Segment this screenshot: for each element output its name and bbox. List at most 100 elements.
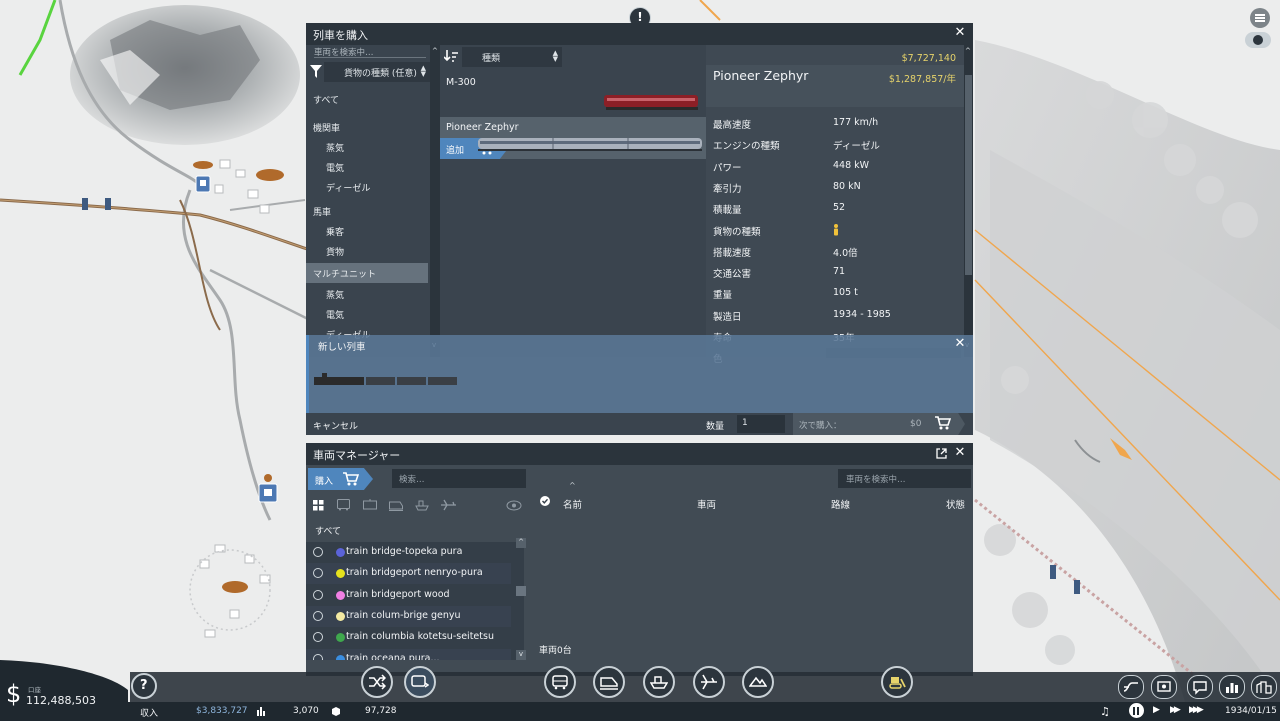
play-icon[interactable]: ▶	[1153, 705, 1160, 715]
plane-icon[interactable]	[441, 499, 457, 511]
all-types-icon[interactable]	[313, 500, 324, 511]
eye-icon[interactable]	[506, 500, 522, 511]
vehicle-title: Pioneer Zephyr	[713, 68, 809, 83]
column-vehicle[interactable]: 車両	[697, 497, 716, 511]
menu-icon[interactable]	[1250, 8, 1270, 28]
bus-button[interactable]	[544, 666, 576, 698]
buy-button[interactable]: 購入	[308, 468, 373, 490]
line-item[interactable]: train bridgeport wood	[306, 584, 511, 606]
line-item[interactable]: train columbia kotetsu-seitetsu	[306, 627, 511, 649]
cargo-filter-select[interactable]: 貨物の種類 (任意) ▲ ▼	[324, 62, 430, 82]
routes-button[interactable]	[361, 666, 393, 698]
category-item[interactable]: 電気	[306, 157, 428, 177]
bulldozer-button[interactable]	[881, 666, 913, 698]
category-item[interactable]: 貨物	[306, 241, 428, 261]
vehicle-column: 種類 ▲ ▼ M-300 Pioneer Zephyr 追加	[440, 45, 706, 357]
spec-label: 貨物の種類	[713, 226, 761, 238]
fast-forward-icon[interactable]: ▶▶	[1170, 705, 1181, 715]
category-item[interactable]: 乗客	[306, 221, 428, 241]
dollar-icon: $	[6, 680, 22, 708]
line-select-radio[interactable]	[313, 610, 323, 621]
line-select-radio[interactable]	[313, 568, 323, 579]
spec-value: 80 kN	[833, 180, 861, 192]
company-button[interactable]	[1251, 675, 1277, 699]
camera-icon[interactable]	[1245, 32, 1271, 48]
new-train-title: 新しい列車	[318, 342, 366, 353]
tram-icon[interactable]	[363, 499, 377, 511]
line-item[interactable]: train colum-brige genyu	[306, 605, 511, 627]
close-icon[interactable]: ✕	[953, 446, 967, 460]
category-scrollbar[interactable]: ^ v	[430, 45, 440, 357]
vehicles-button[interactable]	[404, 666, 436, 698]
money-value[interactable]: 112,488,503	[26, 694, 96, 707]
category-item[interactable]: 馬車	[306, 201, 428, 221]
cancel-button[interactable]: キャンセル	[313, 419, 358, 432]
next-buy-button[interactable]: 次で購入： $0	[793, 413, 965, 435]
help-icon: ?	[140, 678, 148, 693]
ship-icon[interactable]	[415, 499, 429, 511]
close-icon[interactable]: ✕	[953, 26, 967, 40]
sort-icon[interactable]	[443, 49, 458, 63]
quantity-label: 数量	[706, 422, 725, 432]
details-scrollbar[interactable]: ^ v	[964, 45, 973, 357]
map-layers-button[interactable]	[1118, 675, 1144, 699]
spec-value: 105 t	[833, 287, 858, 299]
column-status[interactable]: 状態	[946, 497, 965, 511]
fastest-forward-icon[interactable]: ▶▶▶	[1189, 705, 1204, 715]
line-item[interactable]: train oceana pura...	[306, 648, 511, 660]
line-search-input[interactable]: 検索…	[392, 469, 526, 488]
line-select-radio[interactable]	[313, 632, 323, 643]
statistics-button[interactable]	[1219, 675, 1245, 699]
category-item[interactable]: 機関車	[306, 117, 428, 137]
vehicle-item[interactable]: M-300	[440, 73, 706, 117]
column-name[interactable]: 名前	[563, 497, 582, 511]
details-header: Pioneer Zephyr $1,287,857/年	[706, 65, 964, 107]
line-select-radio[interactable]	[313, 589, 323, 600]
bottom-toolbar: $ 口座 112,488,503 ? 収入 $3,833,727 3,070 9…	[0, 666, 1280, 721]
category-item[interactable]: 蒸気	[306, 137, 428, 157]
spec-label: 製造日	[713, 311, 742, 323]
messages-button[interactable]	[1187, 675, 1213, 699]
category-item[interactable]: ディーゼル	[306, 177, 428, 197]
train-image	[478, 135, 704, 153]
vehicle-search-input[interactable]: 車両を検索中…	[838, 469, 971, 488]
line-item[interactable]: train bridge-topeka pura	[306, 542, 511, 563]
train-button[interactable]	[593, 666, 625, 698]
bus-icon[interactable]	[337, 499, 351, 511]
sort-select[interactable]: 種類 ▲ ▼	[462, 47, 562, 67]
plane-button[interactable]	[693, 666, 725, 698]
vehicle-search-input[interactable]: 車両を検索中…	[314, 46, 426, 58]
spec-value: 448 kW	[833, 159, 870, 171]
column-line[interactable]: 路線	[831, 497, 850, 511]
help-button[interactable]: ?	[131, 673, 157, 699]
line-item[interactable]: train bridgeport nenryo-pura	[306, 563, 511, 585]
quantity-input[interactable]: 1	[737, 415, 785, 433]
vehicle-item-selected[interactable]: Pioneer Zephyr 追加	[440, 117, 706, 159]
line-list-scrollbar[interactable]: ^ v	[516, 538, 526, 660]
category-item[interactable]: マルチユニット	[306, 263, 428, 283]
line-select-radio[interactable]	[313, 653, 323, 660]
type-filter-row	[313, 499, 523, 513]
close-icon[interactable]: ✕	[953, 337, 967, 351]
line-select-radio[interactable]	[313, 547, 323, 557]
ship-button[interactable]	[643, 666, 675, 698]
popout-icon[interactable]	[936, 448, 947, 459]
category-item[interactable]: すべて	[306, 89, 428, 109]
stations-button[interactable]	[1151, 675, 1177, 699]
next-buy-label: 次で購入：	[799, 421, 842, 431]
category-item[interactable]: 蒸気	[306, 284, 428, 304]
pause-button[interactable]	[1129, 703, 1144, 718]
cargo-icon	[331, 706, 341, 716]
panel-title: 車両マネージャー	[306, 443, 973, 465]
music-icon[interactable]: ♫	[1100, 705, 1110, 718]
income-value[interactable]: $3,833,727	[196, 706, 248, 716]
cart-icon	[343, 472, 359, 486]
line-name: train bridgeport wood	[346, 588, 450, 600]
all-lines-label[interactable]: すべて	[315, 524, 341, 537]
terrain-button[interactable]	[742, 666, 774, 698]
select-arrows-icon: ▲ ▼	[552, 49, 558, 63]
check-all-icon[interactable]	[540, 496, 550, 506]
train-icon[interactable]	[389, 499, 403, 511]
category-item[interactable]: 電気	[306, 304, 428, 324]
spec-value: 177 km/h	[833, 117, 879, 128]
